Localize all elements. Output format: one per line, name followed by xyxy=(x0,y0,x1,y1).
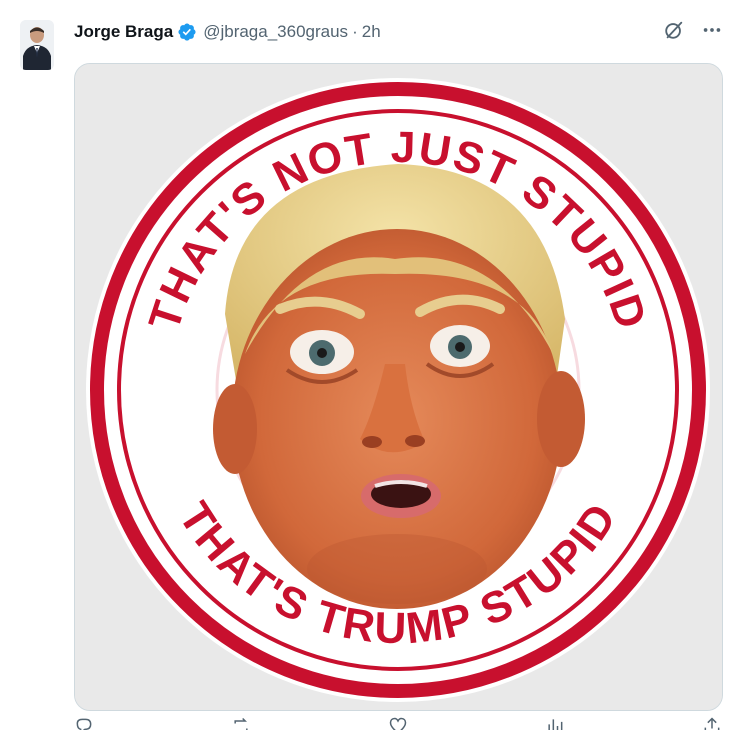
tweet-media-image[interactable]: THAT'S NOT JUST STUPID THAT'S TRUMP STUP… xyxy=(74,63,723,711)
avatar-image xyxy=(20,20,54,70)
verified-badge-icon xyxy=(178,23,196,41)
stamp-image: THAT'S NOT JUST STUPID THAT'S TRUMP STUP… xyxy=(75,64,722,710)
separator-dot: · xyxy=(352,22,358,41)
avatar[interactable] xyxy=(20,20,54,70)
grok-icon[interactable] xyxy=(662,18,686,42)
like-icon[interactable] xyxy=(388,716,408,730)
reply-icon[interactable] xyxy=(74,716,94,730)
timestamp[interactable]: 2h xyxy=(362,22,381,42)
more-options-icon[interactable] xyxy=(700,18,724,42)
author-handle[interactable]: @jbraga_360graus xyxy=(203,22,348,42)
tweet-header: Jorge Braga @jbraga_360graus · 2h xyxy=(74,18,722,46)
views-icon[interactable] xyxy=(545,716,565,730)
share-icon[interactable] xyxy=(702,716,722,730)
action-bar xyxy=(74,716,722,731)
retweet-icon[interactable] xyxy=(231,716,251,730)
author-name[interactable]: Jorge Braga xyxy=(74,22,173,42)
header-actions xyxy=(662,18,724,42)
tweet: Jorge Braga @jbraga_360graus · 2h THAT'S… xyxy=(0,0,738,731)
